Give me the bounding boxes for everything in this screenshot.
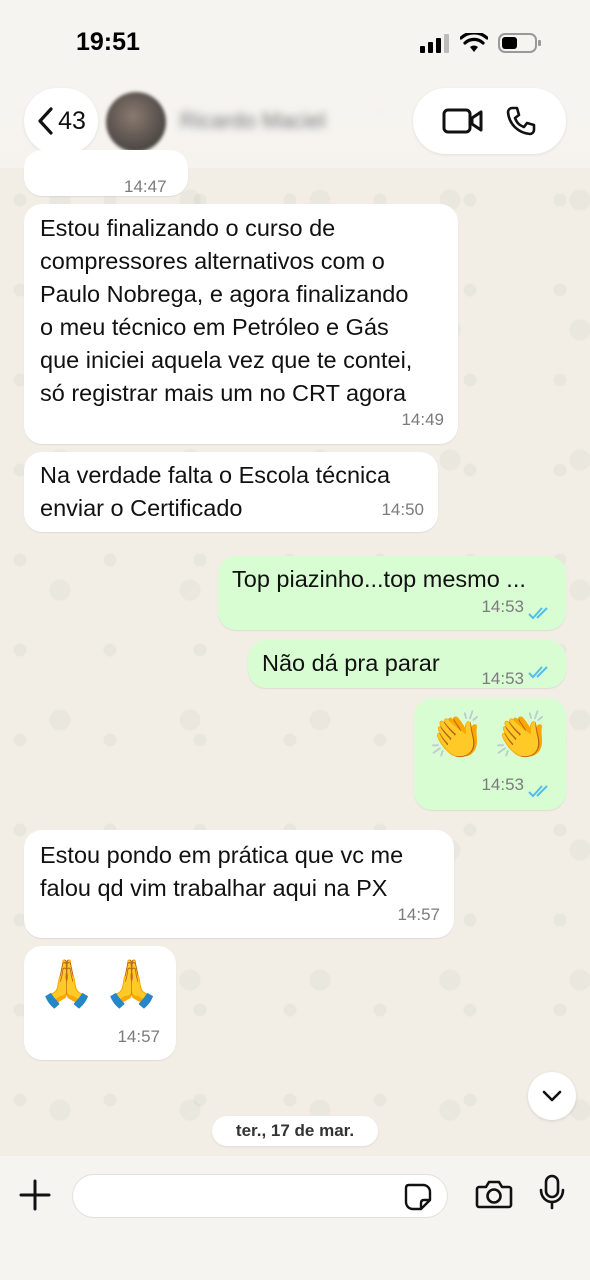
message-text: Estou finalizando o curso de compressore… (40, 215, 413, 406)
read-ticks-icon (528, 607, 548, 620)
message-incoming[interactable]: 14:47 (24, 150, 188, 196)
message-time: 14:53 (481, 775, 524, 794)
message-incoming[interactable]: Estou finalizando o curso de compressore… (24, 204, 458, 444)
chevron-down-icon (542, 1090, 562, 1102)
message-input[interactable] (72, 1174, 448, 1218)
plus-icon[interactable] (18, 1178, 52, 1212)
message-incoming[interactable]: Estou pondo em prática que vc me falou q… (24, 830, 454, 938)
read-ticks-icon (528, 785, 548, 798)
message-time: 14:50 (381, 500, 424, 519)
back-button[interactable]: 43 (24, 88, 98, 154)
message-time: 14:49 (401, 410, 444, 429)
signal-icon (420, 34, 449, 53)
scroll-down-button[interactable] (528, 1072, 576, 1120)
battery-icon (498, 33, 541, 53)
back-chevron-icon (38, 107, 53, 135)
message-time: 14:53 (481, 597, 524, 616)
message-incoming[interactable]: Na verdade falta o Escola técnica enviar… (24, 452, 438, 532)
wifi-icon (460, 33, 488, 52)
date-separator: ter., 17 de mar. (212, 1116, 378, 1146)
phone-icon[interactable] (505, 105, 537, 137)
message-emoji: 🙏🙏 (38, 957, 169, 1009)
message-outgoing[interactable]: 👏👏 14:53 (414, 698, 566, 810)
message-outgoing[interactable]: Top piazinho...top mesmo ... 14:53 (218, 556, 566, 630)
message-incoming[interactable]: 🙏🙏 14:57 (24, 946, 176, 1060)
message-time: 14:57 (397, 905, 440, 924)
message-emoji: 👏👏 (428, 709, 559, 761)
message-time: 14:53 (481, 669, 524, 688)
avatar[interactable] (106, 92, 166, 152)
message-text: Estou pondo em prática que vc me falou q… (40, 842, 404, 901)
message-text: Na verdade falta o Escola técnica enviar… (40, 462, 391, 521)
status-icons (420, 32, 542, 54)
microphone-icon[interactable] (538, 1174, 566, 1210)
status-time: 19:51 (76, 28, 140, 56)
status-bar: 19:51 (0, 0, 590, 80)
video-call-icon[interactable] (442, 107, 484, 135)
camera-icon[interactable] (475, 1178, 513, 1210)
call-actions (413, 88, 566, 154)
message-outgoing[interactable]: Não dá pra parar 14:53 (248, 640, 566, 688)
contact-name[interactable]: Ricardo Maciel (180, 108, 326, 134)
read-ticks-icon (528, 666, 548, 679)
unread-count: 43 (58, 106, 86, 135)
message-time: 14:57 (117, 1027, 160, 1046)
sticker-icon[interactable] (403, 1182, 433, 1212)
input-bar (0, 1156, 590, 1280)
message-time: 14:47 (124, 177, 167, 196)
message-text: Não dá pra parar (262, 650, 440, 676)
